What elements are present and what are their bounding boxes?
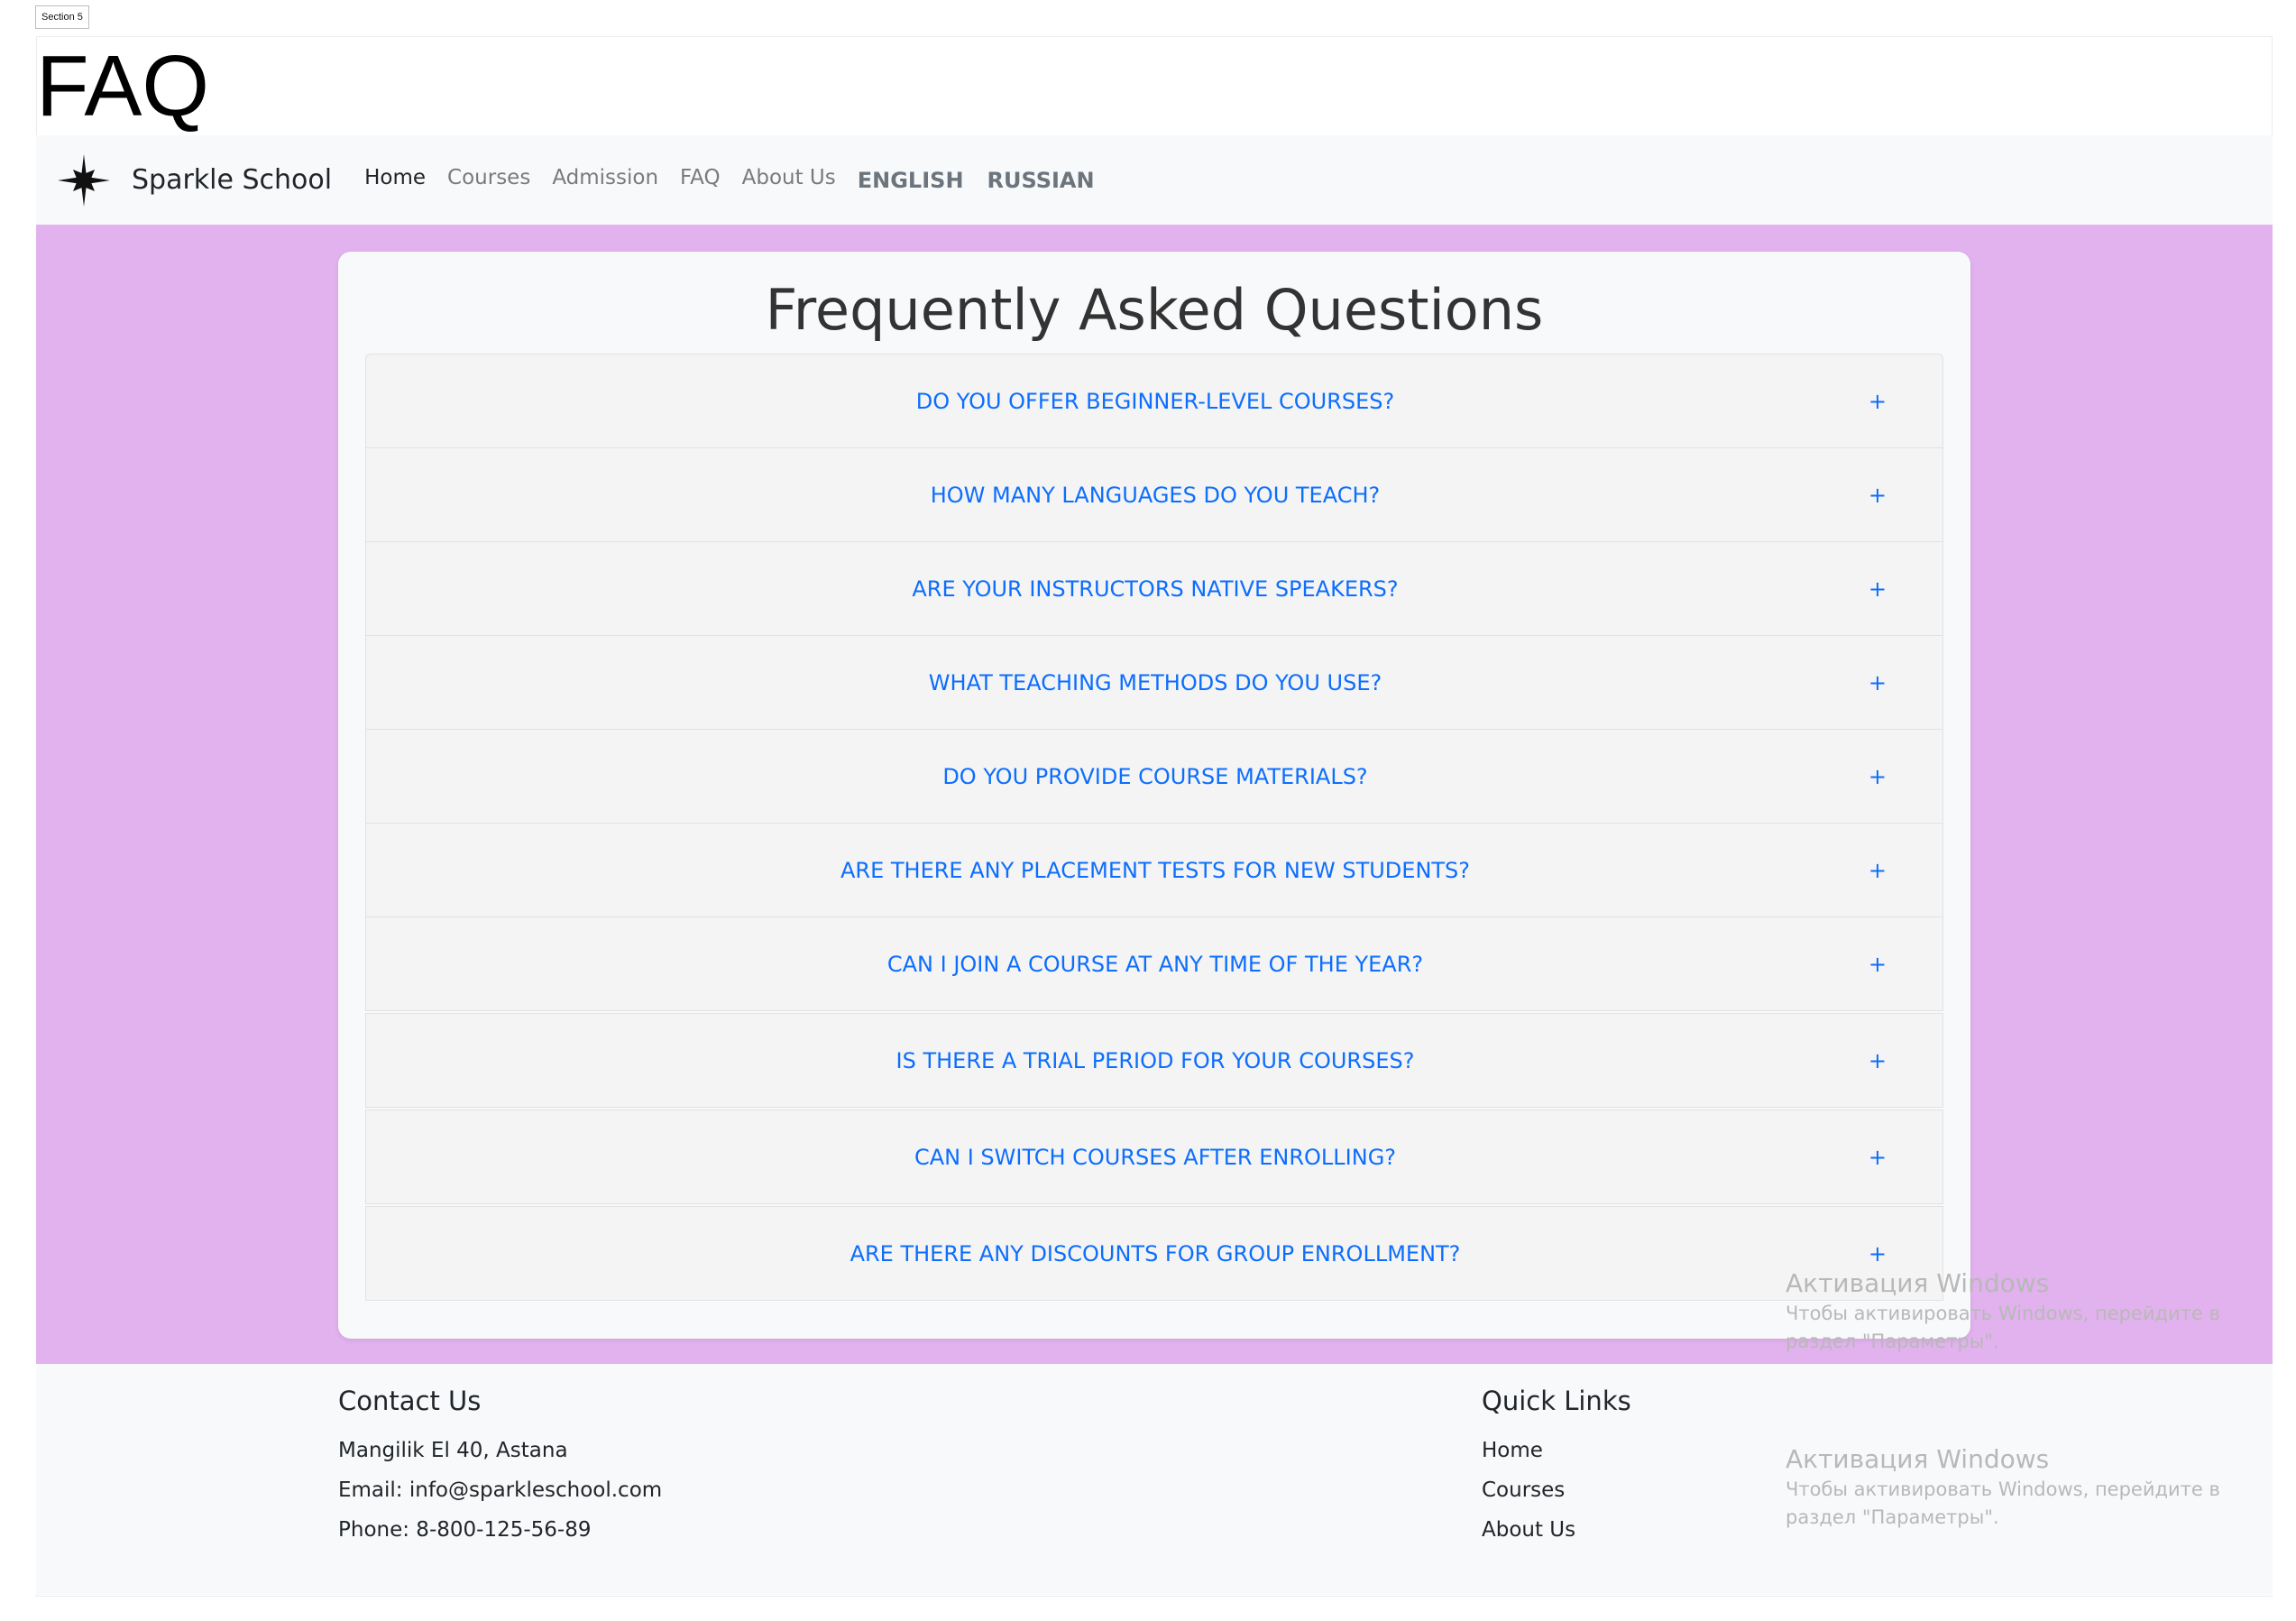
faq-section: Frequently Asked Questions DO YOU OFFER … bbox=[36, 225, 2273, 1364]
faq-list: DO YOU OFFER BEGINNER-LEVEL COURSES? + H… bbox=[365, 354, 1943, 1301]
nav-link-admission[interactable]: Admission bbox=[552, 166, 658, 189]
language-russian-button[interactable]: RUSSIAN bbox=[987, 168, 1095, 193]
faq-question: WHAT TEACHING METHODS DO YOU USE? bbox=[928, 670, 1382, 695]
plus-icon[interactable]: + bbox=[1869, 917, 1887, 1012]
faq-item[interactable]: DO YOU PROVIDE COURSE MATERIALS? + bbox=[365, 729, 1943, 824]
faq-question: IS THERE A TRIAL PERIOD FOR YOUR COURSES… bbox=[895, 1048, 1415, 1073]
faq-item[interactable]: IS THERE A TRIAL PERIOD FOR YOUR COURSES… bbox=[365, 1013, 1943, 1108]
plus-icon[interactable]: + bbox=[1869, 355, 1887, 449]
faq-item[interactable]: DO YOU OFFER BEGINNER-LEVEL COURSES? + bbox=[365, 354, 1943, 448]
faq-question: DO YOU OFFER BEGINNER-LEVEL COURSES? bbox=[915, 389, 1395, 414]
page-heading: FAQ bbox=[36, 38, 210, 134]
brand[interactable]: Sparkle School bbox=[56, 135, 332, 225]
nav-links: Home Courses Admission FAQ About Us ENGL… bbox=[364, 135, 1117, 225]
language-english-button[interactable]: ENGLISH bbox=[858, 168, 964, 193]
faq-question: ARE THERE ANY PLACEMENT TESTS FOR NEW ST… bbox=[840, 858, 1471, 883]
contact-heading: Contact Us bbox=[338, 1386, 482, 1416]
plus-icon[interactable]: + bbox=[1869, 1014, 1887, 1109]
faq-item[interactable]: ARE THERE ANY PLACEMENT TESTS FOR NEW ST… bbox=[365, 823, 1943, 917]
faq-item[interactable]: CAN I SWITCH COURSES AFTER ENROLLING? + bbox=[365, 1110, 1943, 1204]
contact-email: Email: info@sparkleschool.com bbox=[338, 1478, 663, 1502]
faq-question: CAN I SWITCH COURSES AFTER ENROLLING? bbox=[914, 1145, 1397, 1170]
footer-quick-links: Quick Links Home Courses About Us bbox=[1482, 1386, 1631, 1550]
star-logo-icon bbox=[58, 153, 110, 207]
faq-question: ARE THERE ANY DISCOUNTS FOR GROUP ENROLL… bbox=[850, 1241, 1461, 1266]
faq-item[interactable]: HOW MANY LANGUAGES DO YOU TEACH? + bbox=[365, 447, 1943, 542]
footer-contact: Contact Us Mangilik El 40, Astana Email:… bbox=[338, 1386, 662, 1550]
footer-link-courses[interactable]: Courses bbox=[1482, 1470, 1631, 1510]
windows-activation-watermark: Активация Windows Чтобы активировать Win… bbox=[1786, 1443, 2273, 1532]
watermark-title: Активация Windows bbox=[1786, 1268, 2050, 1298]
nav-link-about-us[interactable]: About Us bbox=[742, 166, 836, 189]
nav-link-courses[interactable]: Courses bbox=[447, 166, 530, 189]
plus-icon[interactable]: + bbox=[1869, 542, 1887, 637]
faq-item[interactable]: ARE THERE ANY DISCOUNTS FOR GROUP ENROLL… bbox=[365, 1206, 1943, 1301]
faq-card: Frequently Asked Questions DO YOU OFFER … bbox=[338, 252, 1970, 1339]
faq-question: HOW MANY LANGUAGES DO YOU TEACH? bbox=[930, 483, 1381, 508]
contact-address: Mangilik El 40, Astana bbox=[338, 1439, 568, 1462]
footer-link-home[interactable]: Home bbox=[1482, 1431, 1631, 1470]
faq-question: DO YOU PROVIDE COURSE MATERIALS? bbox=[942, 764, 1368, 789]
faq-question: ARE YOUR INSTRUCTORS NATIVE SPEAKERS? bbox=[912, 576, 1399, 602]
watermark-text: Чтобы активировать Windows, перейдите в … bbox=[1786, 1303, 2220, 1352]
windows-activation-watermark: Активация Windows Чтобы активировать Win… bbox=[1786, 1267, 2273, 1356]
footer-link-about-us[interactable]: About Us bbox=[1482, 1510, 1631, 1550]
faq-item[interactable]: CAN I JOIN A COURSE AT ANY TIME OF THE Y… bbox=[365, 916, 1943, 1011]
nav-link-home[interactable]: Home bbox=[364, 166, 426, 189]
plus-icon[interactable]: + bbox=[1869, 448, 1887, 543]
faq-item[interactable]: WHAT TEACHING METHODS DO YOU USE? + bbox=[365, 635, 1943, 730]
plus-icon[interactable]: + bbox=[1869, 730, 1887, 824]
quick-links-heading: Quick Links bbox=[1482, 1386, 1631, 1416]
brand-name: Sparkle School bbox=[132, 164, 333, 196]
watermark-title: Активация Windows bbox=[1786, 1444, 2050, 1474]
plus-icon[interactable]: + bbox=[1869, 1110, 1887, 1205]
nav-link-faq[interactable]: FAQ bbox=[680, 166, 721, 189]
faq-item[interactable]: ARE YOUR INSTRUCTORS NATIVE SPEAKERS? + bbox=[365, 541, 1943, 636]
watermark-text: Чтобы активировать Windows, перейдите в … bbox=[1786, 1478, 2220, 1528]
faq-title: Frequently Asked Questions bbox=[765, 277, 1544, 343]
faq-question: CAN I JOIN A COURSE AT ANY TIME OF THE Y… bbox=[886, 952, 1424, 977]
plus-icon[interactable]: + bbox=[1869, 824, 1887, 918]
navbar: Sparkle School Home Courses Admission FA… bbox=[36, 135, 2273, 225]
section-tag: Section 5 bbox=[35, 5, 89, 29]
plus-icon[interactable]: + bbox=[1869, 636, 1887, 731]
contact-phone: Phone: 8-800-125-56-89 bbox=[338, 1518, 592, 1542]
